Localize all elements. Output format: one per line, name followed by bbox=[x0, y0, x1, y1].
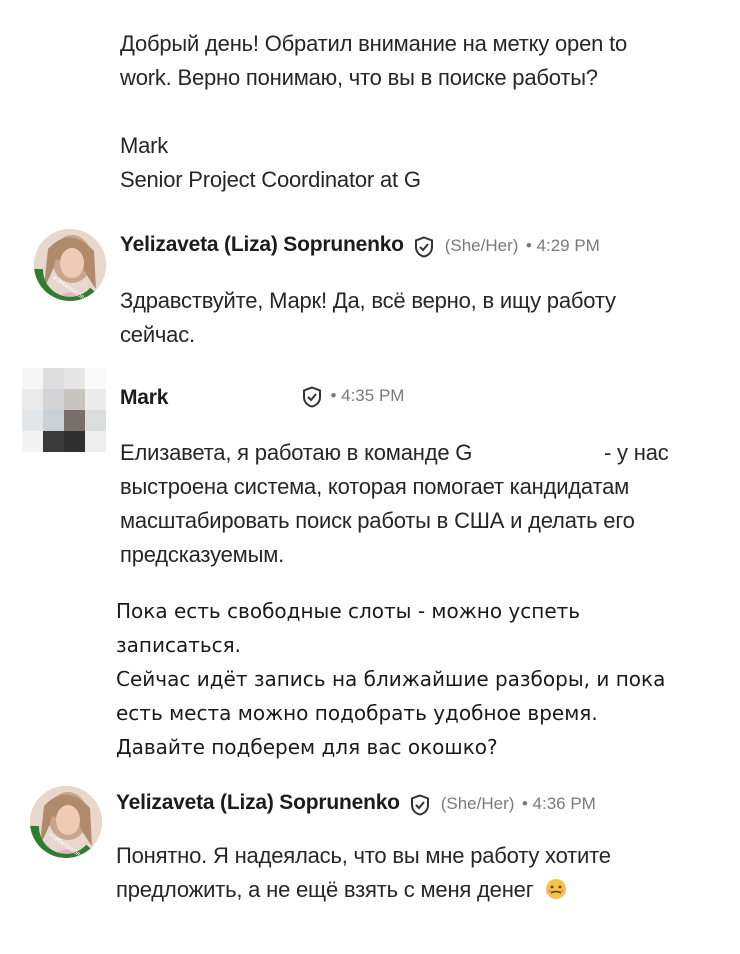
pronouns: (She/Her) bbox=[440, 794, 515, 813]
message-2-line-2: сейчас. bbox=[120, 322, 195, 347]
message-3-line-1a: Елизавета, я работаю в команде G bbox=[120, 440, 473, 465]
avatar-liza-2[interactable]: #OPENTOWORK bbox=[30, 786, 102, 858]
emoji-icon bbox=[546, 879, 567, 899]
extra-line-3: Сейчас идёт запись на ближайшие разборы,… bbox=[116, 667, 666, 691]
message-1-line-1: Добрый день! Обратил внимание на метку o… bbox=[120, 31, 628, 56]
timestamp: • 4:36 PM bbox=[521, 794, 596, 813]
timestamp: • 4:29 PM bbox=[525, 236, 600, 255]
extra-line-2: записаться. bbox=[116, 633, 242, 657]
opentowork-avatar: #OPENTOWORK bbox=[34, 229, 106, 301]
extra-line-4: есть места можно подобрать удобное время… bbox=[116, 701, 598, 725]
message-4-line-2-text: предложить, а не ещё взять с меня денег bbox=[116, 877, 534, 902]
extra-line-5: Давайте подберем для вас окошко? bbox=[116, 735, 498, 759]
message-3-line-4: предсказуемым. bbox=[120, 542, 285, 567]
message-4: Понятно. Я надеялась, что вы мне работу … bbox=[116, 839, 726, 907]
message-3-header: Mark bbox=[120, 386, 168, 410]
verified-shield-icon bbox=[303, 386, 321, 408]
message-3-line-1b: - у нас bbox=[604, 440, 669, 465]
extra-line-1: Пока есть свободные слоты - можно успеть bbox=[116, 599, 581, 623]
message-3-line-2: выстроена система, которая помогает канд… bbox=[120, 474, 630, 499]
message-4-header: Yelizaveta (Liza) Soprunenko (She/Her) •… bbox=[116, 791, 596, 816]
message-3-meta: • 4:35 PM bbox=[302, 386, 404, 408]
message-3-line-1: Елизавета, я работаю в команде G - у нас bbox=[120, 436, 720, 470]
verified-shield-icon bbox=[415, 236, 434, 258]
signature-title: Senior Project Coordinator at G bbox=[120, 167, 421, 192]
verified-shield-icon bbox=[411, 794, 430, 816]
opentowork-avatar: #OPENTOWORK bbox=[30, 786, 102, 858]
message-4-line-2: предложить, а не ещё взять с меня денег bbox=[116, 873, 726, 907]
message-3-line-3: масштабировать поиск работы в США и дела… bbox=[120, 508, 635, 533]
message-2: Здравствуйте, Марк! Да, всё верно, в ищу… bbox=[120, 284, 720, 352]
timestamp: • 4:35 PM bbox=[330, 386, 405, 406]
blurred-avatar[interactable] bbox=[22, 368, 106, 452]
pronouns: (She/Her) bbox=[444, 236, 519, 255]
avatar-liza-1[interactable]: #OPENTOWORK bbox=[34, 229, 106, 301]
message-2-header: Yelizaveta (Liza) Soprunenko (She/Her) •… bbox=[120, 233, 600, 258]
message-4-line-1: Понятно. Я надеялась, что вы мне работу … bbox=[116, 843, 611, 868]
sender-name[interactable]: Yelizaveta (Liza) Soprunenko bbox=[116, 791, 400, 814]
message-1-line-2: work. Верно понимаю, что вы в поиске раб… bbox=[120, 65, 598, 90]
sender-name[interactable]: Yelizaveta (Liza) Soprunenko bbox=[120, 233, 404, 256]
message-1: Добрый день! Обратил внимание на метку o… bbox=[120, 27, 720, 197]
message-3-extra: Пока есть свободные слоты - можно успеть… bbox=[116, 594, 726, 764]
sender-name[interactable]: Mark bbox=[120, 386, 168, 409]
message-2-line-1: Здравствуйте, Марк! Да, всё верно, в ищу… bbox=[120, 288, 616, 313]
signature-name: Mark bbox=[120, 133, 169, 158]
message-3: Елизавета, я работаю в команде G - у нас… bbox=[120, 436, 720, 572]
